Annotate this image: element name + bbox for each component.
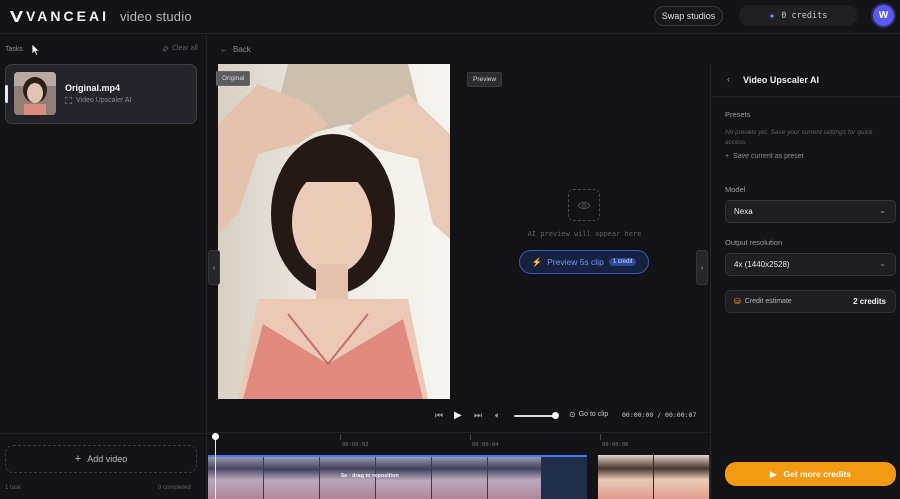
playhead-handle[interactable] <box>212 433 219 440</box>
collapse-right-toggle[interactable]: › <box>696 250 708 285</box>
resolution-value: 4x (1440x2528) <box>734 260 790 269</box>
brand-name: VANCEAI <box>26 8 109 24</box>
frame-thumbnail <box>654 455 710 499</box>
chevron-down-icon: ⌄ <box>879 259 886 268</box>
save-preset-button[interactable]: + Save current as preset <box>725 153 804 160</box>
preview-clip-label: Preview 5s clip <box>547 257 604 267</box>
ruler-tick <box>470 434 471 440</box>
credits-balance[interactable]: ✦ 0 credits <box>739 5 857 26</box>
ruler-label: 00:00:06 <box>602 442 629 448</box>
remaining-frames <box>598 455 710 499</box>
top-bar: VANCEAI video studio Swap studios ✦ 0 cr… <box>0 0 900 34</box>
timeline-ruler: 00:00:02 00:00:04 00:00:06 <box>207 433 710 453</box>
play-icon: ▶ <box>769 468 777 479</box>
preview-cost-badge: 1 credit <box>608 258 637 266</box>
skip-back-icon[interactable]: ⏮ <box>435 410 443 421</box>
add-video-label: Add video <box>87 454 128 464</box>
clear-all-button[interactable]: Clear all <box>162 45 198 52</box>
completed-count: 0 completed <box>158 485 191 491</box>
play-icon[interactable]: ▶ <box>454 410 462 421</box>
sparkle-icon: ✦ <box>768 9 776 22</box>
presets-label: Presets <box>725 110 751 119</box>
back-label: Back <box>233 45 251 54</box>
credits-text: 0 credits <box>781 10 828 21</box>
user-avatar[interactable]: W <box>873 5 894 26</box>
timeline[interactable]: 00:00:02 00:00:04 00:00:06 5s · drag to … <box>207 432 710 499</box>
swap-studios-button[interactable]: Swap studios <box>654 6 723 26</box>
preview-clip-button[interactable]: ⚡ Preview 5s clip 1 credit <box>519 250 649 274</box>
preview-placeholder: AI preview will appear here <box>527 230 642 238</box>
task-card[interactable]: Original.mp4 Video Upscaler AI <box>5 64 197 124</box>
mouse-cursor-icon <box>31 43 41 57</box>
task-tool: Video Upscaler AI <box>65 97 132 104</box>
get-more-credits-button[interactable]: ▶ Get more credits <box>725 462 896 486</box>
eye-icon <box>568 189 600 221</box>
plus-icon: + <box>725 153 730 160</box>
chevron-right-icon: › <box>700 263 704 272</box>
collapse-left-toggle[interactable]: ‹ <box>208 250 220 285</box>
coins-icon: ⛁ <box>734 297 741 306</box>
model-label: Model <box>725 185 746 194</box>
model-select[interactable]: Nexa ⌄ <box>725 200 896 223</box>
presets-empty-text: No presets yet. Save your current settin… <box>725 129 873 146</box>
go-to-clip-button[interactable]: ⊙ Go to clip <box>569 410 608 419</box>
panel-header: ‹ Video Upscaler AI <box>711 64 900 97</box>
lightning-icon: ⚡ <box>531 256 543 267</box>
chevron-left-icon[interactable]: ‹ <box>727 74 730 84</box>
eraser-icon <box>162 45 169 52</box>
expand-icon <box>65 97 72 104</box>
skip-forward-icon[interactable]: ⏭ <box>474 410 482 421</box>
task-thumbnail <box>14 72 56 115</box>
original-video[interactable] <box>218 64 450 399</box>
playhead[interactable] <box>215 433 216 499</box>
player-controls: ⏮ ▶ ⏭ 🔈︎ ⊙ Go to clip 00:00:00 / 00:00:0… <box>207 402 710 430</box>
timecode: 00:00:00 / 00:00:07 <box>622 411 697 419</box>
back-button[interactable]: ← Back <box>220 45 251 54</box>
ruler-label: 00:00:04 <box>472 442 499 448</box>
save-preset-label: Save current as preset <box>733 153 804 160</box>
model-value: Nexa <box>734 207 753 216</box>
volume-slider[interactable] <box>514 415 556 417</box>
workspace: ← Back Original Preview AI preview will … <box>207 35 710 432</box>
chevron-left-icon: ‹ <box>212 263 216 272</box>
add-video-button[interactable]: + Add video <box>5 445 197 473</box>
ruler-tick <box>600 434 601 440</box>
original-tag: Original <box>216 71 251 86</box>
target-icon: ⊙ <box>569 410 576 419</box>
product-name: video studio <box>119 8 192 24</box>
settings-panel: ‹ Video Upscaler AI Presets No presets y… <box>710 64 900 499</box>
resolution-label: Output resolution <box>725 238 783 247</box>
tasks-heading: Tasks <box>5 46 23 53</box>
tasks-panel: Tasks Clear all Original.mp4 Video Upsca… <box>0 35 207 499</box>
task-name: Original.mp4 <box>65 83 121 93</box>
plus-icon: + <box>74 453 82 465</box>
logo[interactable]: VANCEAI video studio <box>10 8 192 24</box>
volume-knob[interactable] <box>552 412 559 419</box>
arrow-left-icon: ← <box>220 45 228 54</box>
active-indicator <box>5 85 8 103</box>
drag-hint: 5s · drag to reposition <box>341 473 399 479</box>
preview-area: AI preview will appear here ⚡ Preview 5s… <box>462 64 693 399</box>
ruler-label: 00:00:02 <box>342 442 369 448</box>
credit-estimate-value: 2 credits <box>853 297 886 306</box>
task-count: 1 task <box>5 485 22 491</box>
chevron-down-icon: ⌄ <box>879 206 886 215</box>
vanceai-logo-icon <box>10 10 23 22</box>
resolution-select[interactable]: 4x (1440x2528) ⌄ <box>725 253 896 276</box>
divider <box>0 433 207 434</box>
credit-estimate: ⛁ Credit estimate 2 credits <box>725 290 896 313</box>
go-to-clip-label: Go to clip <box>578 411 609 418</box>
frame-thumbnail <box>598 455 654 499</box>
get-more-credits-label: Get more credits <box>783 469 852 479</box>
panel-title: Video Upscaler AI <box>743 75 820 85</box>
task-tool-label: Video Upscaler AI <box>76 97 132 104</box>
volume-icon[interactable]: 🔈︎ <box>495 410 500 421</box>
app-window: VANCEAI video studio Swap studios ✦ 0 cr… <box>0 0 900 499</box>
credit-estimate-label: Credit estimate <box>744 298 792 305</box>
credit-estimate-label-group: ⛁ Credit estimate <box>734 297 792 306</box>
ruler-tick <box>340 434 341 440</box>
clear-all-label: Clear all <box>172 45 198 52</box>
